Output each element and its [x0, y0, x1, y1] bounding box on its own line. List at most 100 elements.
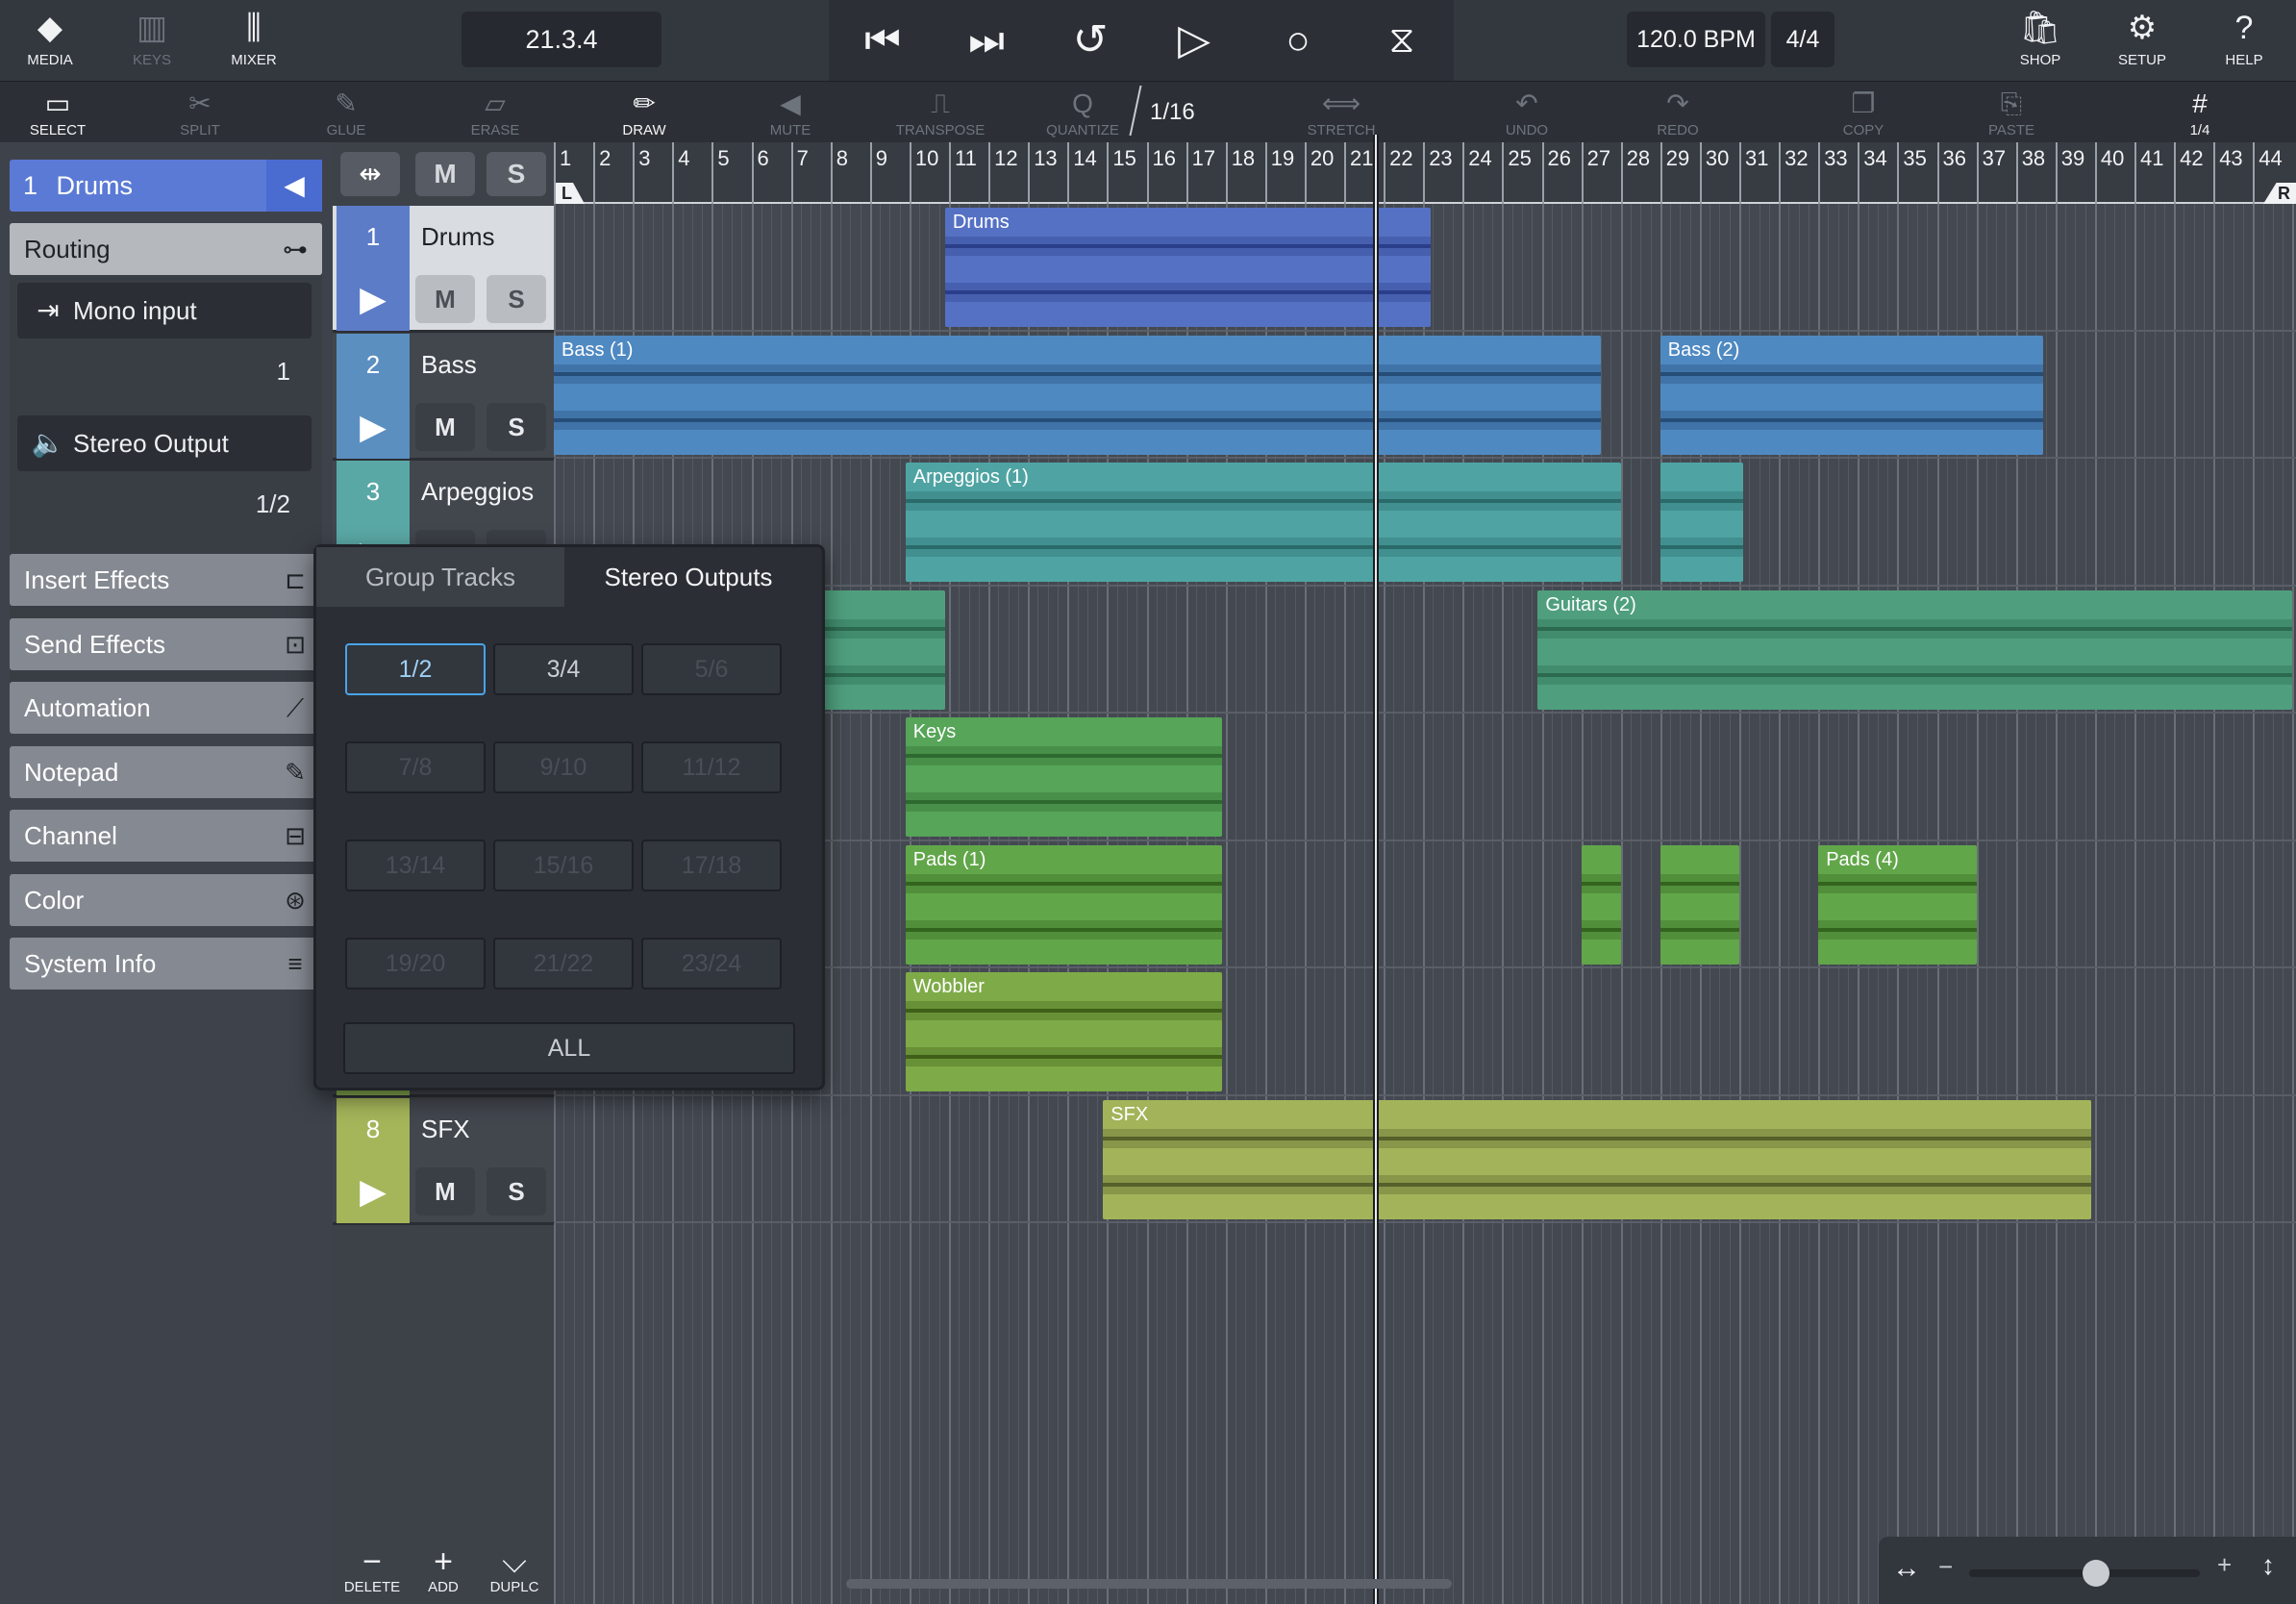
track-name[interactable]: Bass	[413, 334, 554, 395]
clip-label: Keys	[912, 721, 957, 742]
undo-tool-button[interactable]: ↶ UNDO	[1469, 82, 1585, 143]
audio-clip[interactable]	[1660, 844, 1739, 965]
track-mute-button[interactable]: M	[415, 1166, 475, 1216]
input-channel[interactable]: 1	[17, 342, 312, 400]
setup-button[interactable]: ⚙ SETUP	[2094, 0, 2190, 81]
track-play-button[interactable]: ▶	[337, 394, 410, 459]
transpose-tool-button[interactable]: ⎍ TRANSPOSE	[883, 82, 998, 143]
all-outputs-button[interactable]: ALL	[343, 1022, 795, 1074]
time-signature-display[interactable]: 4/4	[1771, 12, 1834, 67]
automation-section[interactable]: Automation ⟋	[10, 682, 322, 734]
horizontal-zoom-icon[interactable]: ↔	[1892, 1552, 1921, 1585]
loop-button[interactable]: ↺	[1052, 10, 1129, 71]
metronome-button[interactable]: ⧖	[1363, 10, 1440, 71]
edit-toolbar: ▭ SELECT ✂ SPLIT ✎ GLUE ▱ ERASE ✏ DRAW ◀ MUTE ⎍ TRANS…	[0, 81, 2296, 142]
notepad-section[interactable]: Notepad ✎	[10, 745, 322, 798]
audio-clip[interactable]: Bass (2)	[1660, 335, 2044, 455]
grid-button[interactable]: # 1/4	[2142, 82, 2258, 143]
zoom-slider-knob[interactable]	[2083, 1560, 2109, 1587]
shop-label: SHOP	[2019, 52, 2061, 68]
routing-header[interactable]: Routing ⊶	[10, 223, 322, 275]
play-button[interactable]: ▷	[1156, 10, 1233, 71]
stereo-output-option[interactable]: 1/2	[345, 643, 486, 695]
send-effects-section[interactable]: Send Effects ⊡	[10, 617, 322, 670]
copy-tool-button[interactable]: ❐ COPY	[1806, 82, 1921, 143]
forward-button[interactable]: ⏭	[948, 10, 1025, 71]
collapse-inspector-icon[interactable]: ◀	[266, 160, 322, 212]
select-tool-button[interactable]: ▭ SELECT	[0, 82, 115, 143]
audio-clip[interactable]	[1660, 463, 1744, 582]
quantize-tool-button[interactable]: Q QUANTIZE	[1025, 82, 1140, 143]
mute-tool-button[interactable]: ◀ MUTE	[733, 82, 848, 143]
output-channel[interactable]: 1/2	[17, 475, 312, 533]
media-button[interactable]: ◆ MEDIA	[2, 0, 98, 81]
vertical-zoom-icon[interactable]: ↕	[2261, 1550, 2275, 1581]
track-mute-button[interactable]: M	[415, 402, 475, 451]
horizontal-scrollbar[interactable]	[846, 1579, 1452, 1589]
tab-group-tracks[interactable]: Group Tracks	[316, 547, 564, 607]
record-button[interactable]: ○	[1260, 10, 1336, 71]
output-selector[interactable]: 🔈 Stereo Output	[17, 415, 312, 471]
stereo-output-option: 13/14	[345, 840, 486, 891]
system-info-section[interactable]: System Info ≡	[10, 938, 322, 990]
track-mute-button[interactable]: M	[415, 275, 475, 323]
undo-icon: ↶	[1515, 88, 1538, 118]
track-solo-button[interactable]: S	[487, 1166, 546, 1216]
track-header[interactable]: 2 Bass ▶ M S	[333, 333, 554, 461]
insert-effects-section[interactable]: Insert Effects ⊏	[10, 554, 322, 606]
track-name[interactable]: Arpeggios	[413, 461, 554, 522]
audio-clip[interactable]: Drums	[944, 208, 1432, 327]
clip-waveform	[1660, 417, 2044, 422]
zoom-in-icon[interactable]: +	[2217, 1550, 2232, 1580]
audio-clip[interactable]: Wobbler	[905, 972, 1222, 1091]
help-button[interactable]: ? HELP	[2196, 0, 2292, 81]
track-solo-button[interactable]: S	[487, 402, 546, 451]
track-solo-button[interactable]: S	[487, 275, 546, 323]
keys-button[interactable]: ▥ KEYS	[104, 0, 200, 81]
track-header[interactable]: 8 SFX ▶ M S	[333, 1097, 554, 1225]
rewind-button[interactable]: ⏮	[844, 10, 921, 71]
global-mute-button[interactable]: M	[415, 152, 475, 196]
audio-clip[interactable]: Pads (1)	[905, 844, 1222, 965]
mixer-button[interactable]: ⫼ MIXER	[206, 0, 302, 81]
color-section[interactable]: Color ⊛	[10, 873, 322, 926]
stereo-output-option[interactable]: 3/4	[493, 643, 634, 695]
delete-button[interactable]: − DELETE	[337, 1542, 408, 1604]
glue-tool-button[interactable]: ✎ GLUE	[288, 82, 404, 143]
quantize-value[interactable]: 1/16	[1150, 82, 1195, 143]
track-list-options-icon[interactable]: ⇹	[340, 152, 400, 196]
insert-effects-icon: ⊏	[285, 565, 306, 594]
input-selector[interactable]: ⇥ Mono input	[17, 283, 312, 338]
zoom-out-icon[interactable]: −	[1938, 1552, 1953, 1582]
track-header[interactable]: 1 Drums ▶ M S	[333, 206, 554, 333]
paste-tool-button[interactable]: ⎘ PASTE	[1954, 82, 2069, 143]
stretch-tool-button[interactable]: ⟺ STRETCH	[1284, 82, 1399, 143]
draw-tool-button[interactable]: ✏ DRAW	[586, 82, 702, 143]
position-display[interactable]: 21.3.4	[462, 12, 661, 67]
global-solo-button[interactable]: S	[487, 152, 546, 196]
track-play-button[interactable]: ▶	[337, 267, 410, 331]
playhead[interactable]	[1373, 135, 1379, 1604]
add-button[interactable]: + ADD	[408, 1542, 479, 1604]
audio-clip[interactable]	[1581, 844, 1621, 965]
audio-clip[interactable]: Bass (1)	[554, 335, 1602, 455]
channel-section[interactable]: Channel ⊟	[10, 810, 322, 862]
track-play-button[interactable]: ▶	[337, 1159, 410, 1223]
track-name[interactable]: SFX	[413, 1098, 554, 1160]
audio-clip[interactable]: Arpeggios (1)	[905, 463, 1621, 582]
shop-button[interactable]: 🛍 SHOP	[1992, 0, 2088, 81]
inspector-track-title[interactable]: 1 Drums ◀	[10, 160, 322, 212]
audio-clip[interactable]	[822, 589, 945, 710]
duplicate-button[interactable]: ⌵ DUPLC	[479, 1542, 550, 1604]
audio-clip[interactable]: SFX	[1103, 1099, 2091, 1219]
split-tool-button[interactable]: ✂ SPLIT	[142, 82, 258, 143]
audio-clip[interactable]: Keys	[905, 717, 1222, 837]
tab-stereo-outputs[interactable]: Stereo Outputs	[564, 547, 812, 607]
audio-clip[interactable]: Pads (4)	[1818, 844, 1977, 965]
erase-tool-button[interactable]: ▱ ERASE	[437, 82, 553, 143]
track-name[interactable]: Drums	[413, 206, 554, 267]
tempo-display[interactable]: 120.0 BPM	[1627, 12, 1765, 67]
audio-clip[interactable]: Guitars (2)	[1537, 589, 2293, 710]
redo-tool-button[interactable]: ↷ REDO	[1620, 82, 1735, 143]
timeline-ruler[interactable]: 1 2 3 4 5 6 7 8 9 10 11 12 13 14 15 16 17 18 19 20 21 22 23 24 2…	[554, 142, 2296, 204]
